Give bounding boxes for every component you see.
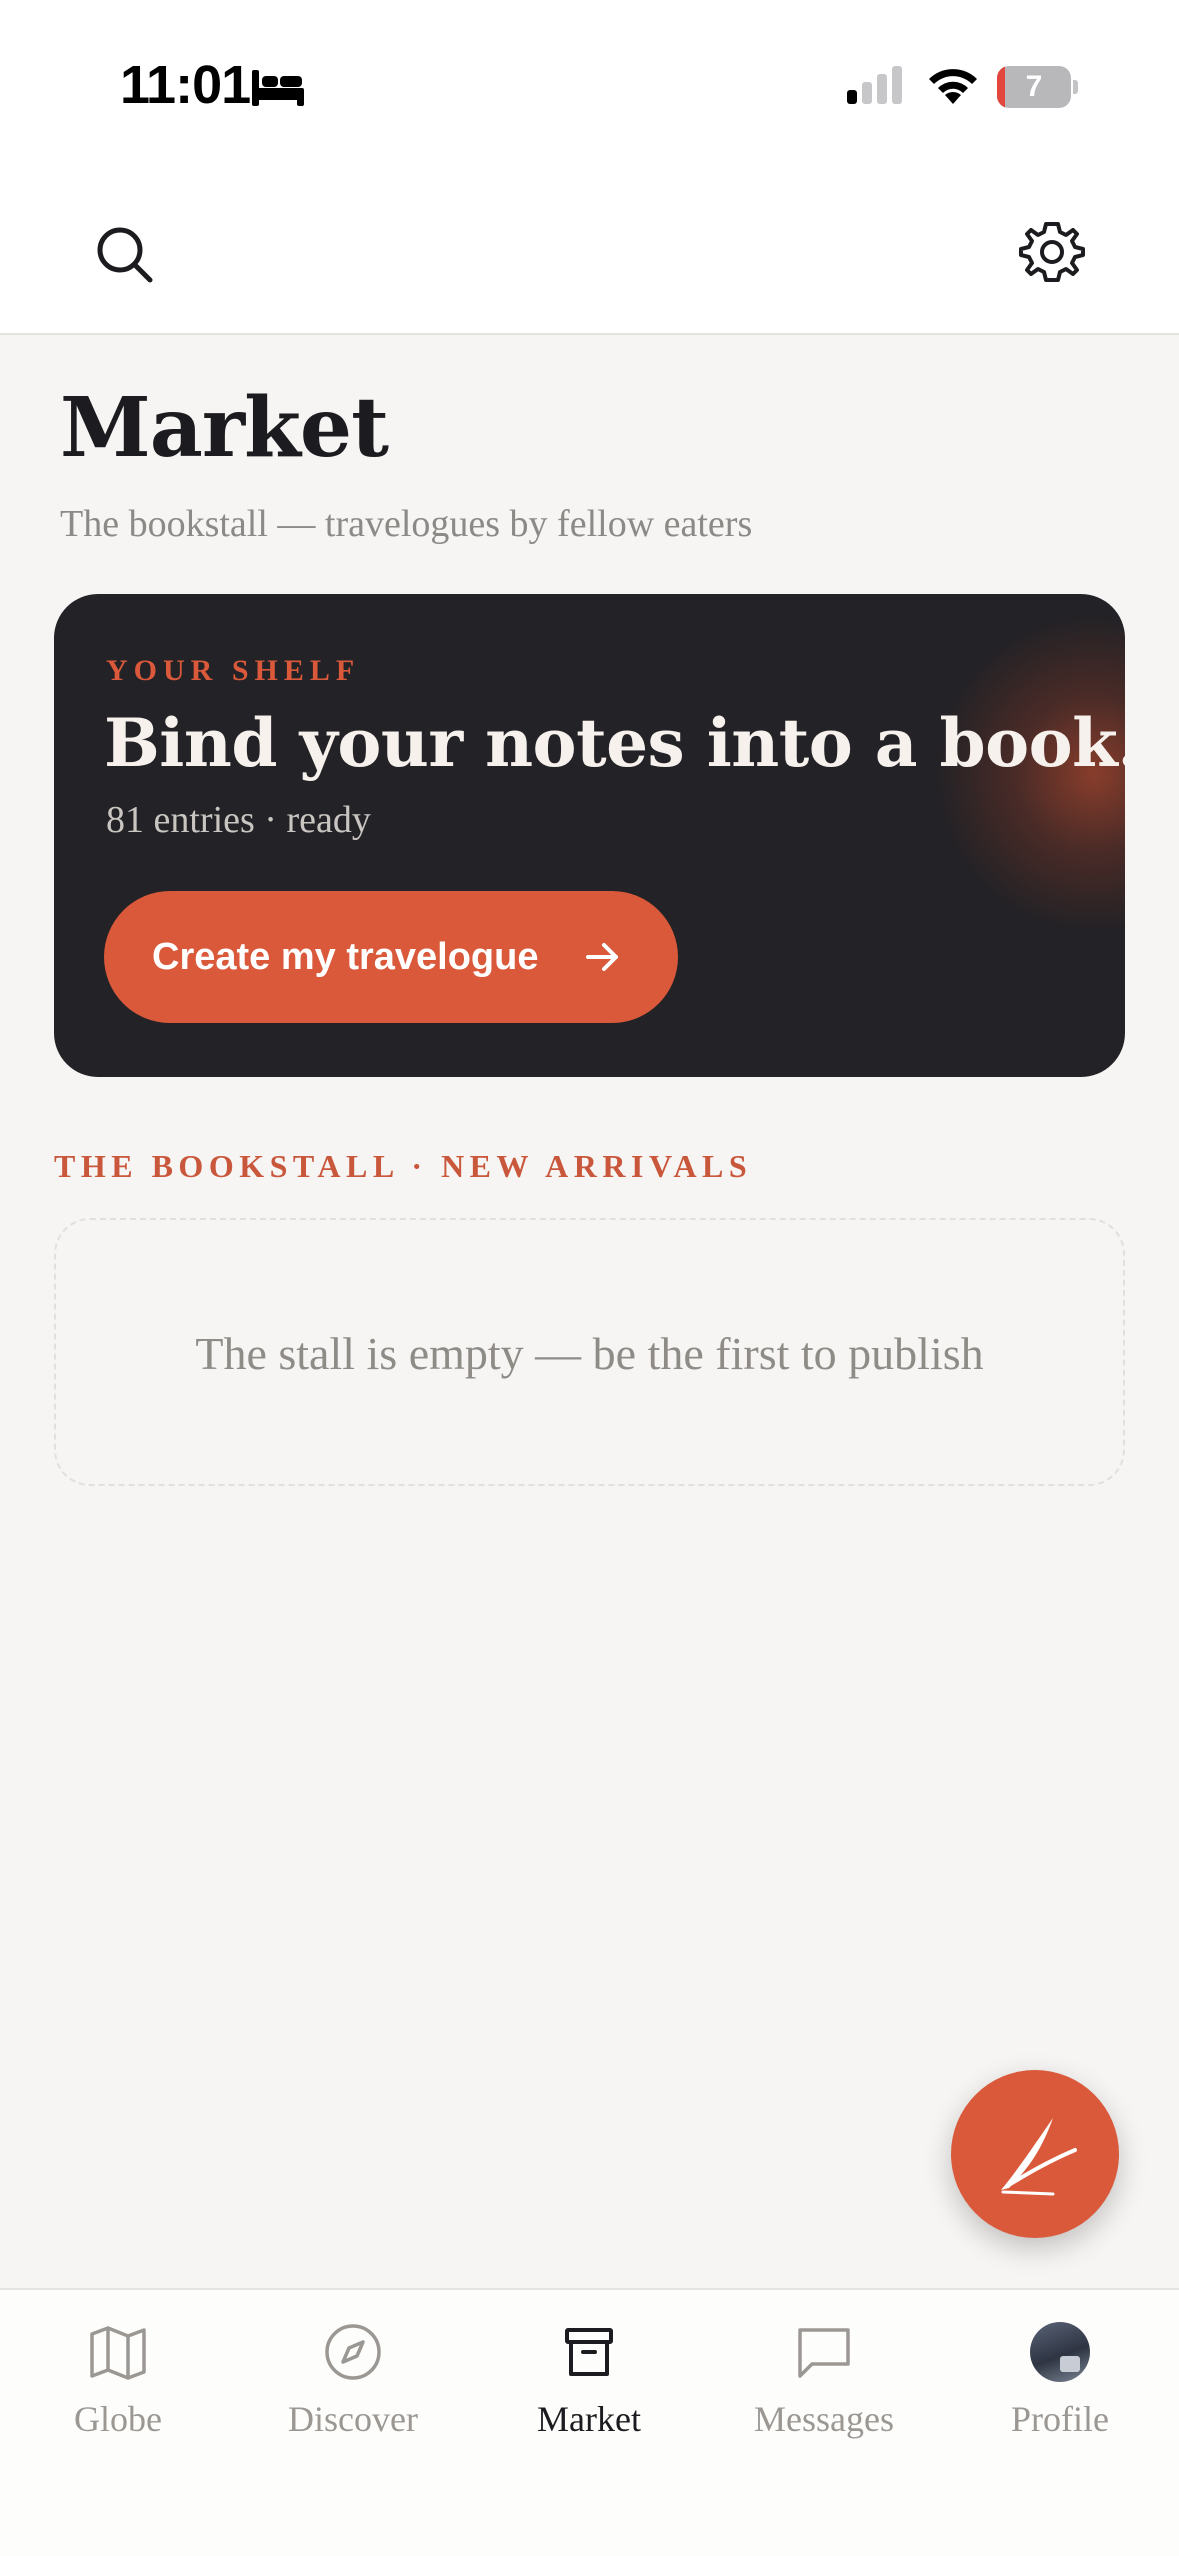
bookstall-section-label: THE BOOKSTALL · NEW ARRIVALS: [54, 1148, 753, 1184]
bottom-nav: Globe Discover Market Messages Profile: [0, 2288, 1179, 2556]
compose-fab[interactable]: [951, 2070, 1119, 2238]
nav-label-discover: Discover: [288, 2399, 418, 2439]
create-travelogue-label: Create my travelogue: [152, 936, 539, 978]
nav-label-market: Market: [537, 2399, 641, 2439]
search-icon[interactable]: [92, 222, 156, 286]
bookstall-empty-state: The stall is empty — be the first to pub…: [54, 1218, 1125, 1486]
cellular-signal-icon: [847, 66, 902, 104]
battery-icon: 7: [997, 66, 1078, 108]
nav-label-globe: Globe: [74, 2399, 162, 2439]
map-icon: [90, 2326, 146, 2380]
bed-icon: [252, 70, 304, 106]
top-bar: 11:01 7: [0, 0, 1179, 335]
shelf-eyebrow: YOUR SHELF: [106, 654, 361, 687]
arrow-right-icon: [586, 943, 618, 971]
nav-item-profile[interactable]: Profile: [960, 2320, 1160, 2460]
shelf-card: YOUR SHELF Bind your notes into a book. …: [54, 594, 1125, 1077]
nav-item-discover[interactable]: Discover: [253, 2320, 453, 2460]
archive-icon: [565, 2328, 613, 2376]
nav-item-globe[interactable]: Globe: [18, 2320, 218, 2460]
nav-item-market[interactable]: Market: [489, 2320, 689, 2460]
battery-level: 7: [1025, 70, 1043, 103]
create-travelogue-button[interactable]: Create my travelogue: [104, 891, 678, 1023]
compass-icon: [325, 2324, 381, 2380]
nav-item-messages[interactable]: Messages: [724, 2320, 924, 2460]
nav-label-messages: Messages: [754, 2399, 894, 2439]
chat-bubble-icon: [798, 2328, 850, 2378]
page-title: Market: [60, 380, 389, 476]
quill-icon: [1001, 2118, 1077, 2196]
shelf-headline: Bind your notes into a book.: [104, 704, 1125, 782]
wifi-icon: [929, 69, 977, 104]
avatar: [1030, 2322, 1090, 2382]
page-subtitle: The bookstall — travelogues by fellow ea…: [60, 503, 753, 545]
status-time: 11:01: [120, 55, 251, 115]
shelf-meta: 81 entries · ready: [106, 799, 371, 841]
gear-icon[interactable]: [1016, 218, 1088, 290]
nav-label-profile: Profile: [1011, 2399, 1109, 2439]
empty-state-message: The stall is empty — be the first to pub…: [195, 1328, 984, 1379]
